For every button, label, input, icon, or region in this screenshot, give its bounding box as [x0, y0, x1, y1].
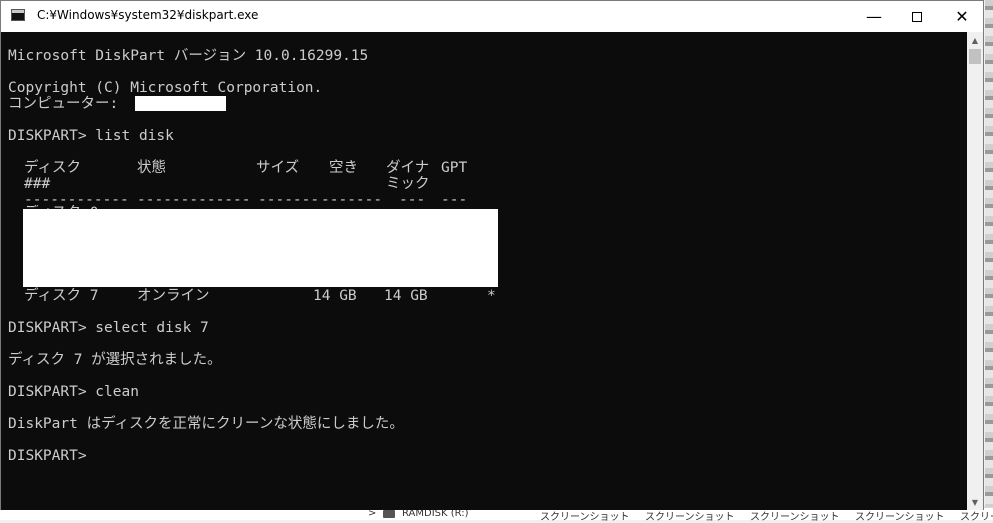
diskpart-console-window[interactable]: C:¥Windows¥system32¥diskpart.exe — ✕ Mic…	[0, 0, 984, 510]
header-status: 状態	[137, 160, 166, 176]
disk-7-free: 14 GB	[384, 288, 428, 304]
disk-7-name: ディスク 7	[24, 288, 99, 304]
command-list-disk: DISKPART> list disk	[8, 128, 174, 144]
title-bar[interactable]: C:¥Windows¥system32¥diskpart.exe — ✕	[1, 1, 983, 32]
header-dynamic-2: ミック	[386, 176, 430, 192]
drive-icon	[383, 510, 395, 518]
header-disk-number: ###	[24, 176, 51, 192]
console-app-icon[interactable]	[11, 9, 25, 21]
clean-result: DiskPart はディスクを正常にクリーンな状態にしました。	[8, 416, 404, 432]
scroll-down-icon: ▼	[971, 497, 979, 507]
header-disk: ディスク	[24, 160, 81, 176]
scroll-down-button[interactable]: ▼	[967, 494, 983, 510]
command-select-disk: DISKPART> select disk 7	[8, 320, 209, 336]
copyright-line: Copyright (C) Microsoft Corporation.	[8, 80, 323, 96]
header-dynamic: ダイナ	[386, 160, 430, 176]
minimize-icon: —	[866, 7, 882, 26]
screenshot-label-2[interactable]: スクリーンショット	[645, 508, 735, 523]
close-button[interactable]: ✕	[939, 1, 985, 32]
vertical-scrollbar[interactable]: ▲ ▼	[967, 32, 983, 510]
scrollbar-thumb[interactable]	[969, 49, 981, 64]
header-gpt: GPT	[441, 160, 468, 176]
command-clean: DISKPART> clean	[8, 384, 139, 400]
background-window-edge	[985, 0, 993, 519]
disk-7-gpt: *	[487, 288, 496, 304]
scroll-up-button[interactable]: ▲	[967, 32, 983, 48]
header-size: サイズ	[256, 160, 300, 176]
screenshot-label-5[interactable]: スクリー	[960, 508, 993, 523]
maximize-button[interactable]	[894, 1, 940, 32]
screenshot-label-3[interactable]: スクリーンショット	[750, 508, 840, 523]
current-prompt[interactable]: DISKPART>	[8, 448, 87, 464]
close-icon: ✕	[955, 7, 969, 26]
disk-7-size: 14 GB	[313, 288, 357, 304]
separator-status: -------------	[137, 192, 251, 208]
redacted-disk-list	[23, 209, 498, 287]
screenshot-label-4[interactable]: スクリーンショット	[855, 508, 945, 523]
select-result: ディスク 7 が選択されました。	[8, 352, 222, 368]
minimize-button[interactable]: —	[851, 1, 897, 32]
redacted-computer-name	[135, 96, 226, 111]
separator-dynamic: ---	[399, 192, 426, 208]
screenshot-label-1[interactable]: スクリーンショット	[540, 508, 630, 523]
maximize-icon	[912, 11, 922, 22]
separator-gpt: ---	[441, 192, 468, 208]
console-output[interactable]: Microsoft DiskPart バージョン 10.0.16299.15 C…	[1, 32, 967, 510]
header-free: 空き	[329, 160, 358, 176]
version-line: Microsoft DiskPart バージョン 10.0.16299.15	[8, 48, 369, 64]
scroll-up-icon: ▲	[971, 35, 979, 45]
window-title: C:¥Windows¥system32¥diskpart.exe	[37, 8, 259, 22]
separator-free: -------	[321, 192, 383, 208]
computer-label: コンピューター:	[8, 96, 127, 112]
disk-7-status: オンライン	[137, 288, 210, 304]
separator-size: -------	[258, 192, 320, 208]
